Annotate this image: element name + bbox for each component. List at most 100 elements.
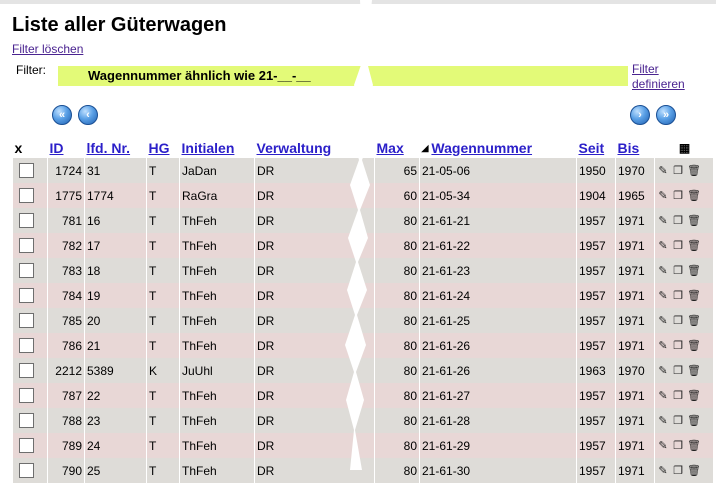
row-checkbox[interactable] [19,338,34,354]
max-cell: 80 [374,208,420,233]
initialen-cell: JaDan [179,158,255,183]
row-checkbox[interactable] [19,238,34,254]
row-checkbox[interactable] [19,363,34,379]
wagon-table: x ID lfd. Nr. HG Initialen Verwaltung Ma… [12,137,713,483]
wagennummer-column-header[interactable]: ◢ Wagennummer [419,137,577,158]
edit-icon[interactable]: ✎ [657,440,669,452]
row-checkbox[interactable] [19,388,34,404]
max-cell: 80 [374,233,420,258]
row-checkbox[interactable] [19,313,34,329]
lfd-cell: 18 [84,258,147,283]
copy-icon[interactable]: ❐ [672,240,684,252]
trash-icon[interactable]: 🗑 [687,415,701,427]
id-column-header[interactable]: ID [47,137,85,158]
copy-icon[interactable]: ❐ [672,365,684,377]
copy-icon[interactable]: ❐ [672,290,684,302]
edit-icon[interactable]: ✎ [657,340,669,352]
trash-icon[interactable]: 🗑 [687,465,701,477]
copy-icon[interactable]: ❐ [672,165,684,177]
last-page-icon[interactable]: » [656,105,676,125]
filter-value: Wagennummer ähnlich wie 21-__-__ [88,68,311,83]
row-checkbox[interactable] [19,213,34,229]
trash-icon[interactable]: 🗑 [687,240,701,252]
page-title: Liste aller Güterwagen [12,14,227,36]
edit-icon[interactable]: ✎ [657,390,669,402]
copy-icon[interactable]: ❐ [672,465,684,477]
trash-icon[interactable]: 🗑 [687,165,701,177]
row-checkbox[interactable] [19,263,34,279]
filter-define-link-line2[interactable]: definieren [632,77,685,91]
initialen-cell: ThFeh [179,383,255,408]
row-actions-cell: ✎ ❐ 🗑 [654,333,713,358]
row-checkbox[interactable] [19,188,34,204]
trash-icon[interactable]: 🗑 [687,340,701,352]
first-page-icon[interactable]: « [52,105,72,125]
copy-icon[interactable]: ❐ [672,265,684,277]
table-icon[interactable]: ▦ [654,137,713,158]
wagennummer-cell: 21-05-34 [419,183,577,208]
max-cell: 80 [374,433,420,458]
initialen-cell: JuUhl [179,358,255,383]
row-checkbox[interactable] [19,288,34,304]
edit-icon[interactable]: ✎ [657,240,669,252]
copy-icon[interactable]: ❐ [672,215,684,227]
verwaltung-cell: DR [254,258,375,283]
hg-cell: T [146,433,180,458]
copy-icon[interactable]: ❐ [672,415,684,427]
edit-icon[interactable]: ✎ [657,165,669,177]
id-cell: 787 [47,383,85,408]
edit-icon[interactable]: ✎ [657,265,669,277]
copy-icon[interactable]: ❐ [672,390,684,402]
initialen-column-header[interactable]: Initialen [179,137,255,158]
trash-icon[interactable]: 🗑 [687,265,701,277]
edit-icon[interactable]: ✎ [657,315,669,327]
trash-icon[interactable]: 🗑 [687,215,701,227]
trash-icon[interactable]: 🗑 [687,190,701,202]
edit-icon[interactable]: ✎ [657,290,669,302]
next-page-icon[interactable]: › [630,105,650,125]
row-checkbox[interactable] [19,463,34,479]
filter-clear-link[interactable]: Filter löschen [12,42,83,56]
select-column-header: x [12,137,48,158]
edit-icon[interactable]: ✎ [657,190,669,202]
lfd-cell: 24 [84,433,147,458]
row-actions-cell: ✎ ❐ 🗑 [654,233,713,258]
lfd-column-header[interactable]: lfd. Nr. [84,137,147,158]
filter-define-link-line1[interactable]: Filter [632,62,659,76]
max-cell: 80 [374,458,420,483]
trash-icon[interactable]: 🗑 [687,390,701,402]
trash-icon[interactable]: 🗑 [687,315,701,327]
edit-icon[interactable]: ✎ [657,365,669,377]
bis-column-header[interactable]: Bis [615,137,655,158]
copy-icon[interactable]: ❐ [672,440,684,452]
wagennummer-cell: 21-61-29 [419,433,577,458]
row-checkbox[interactable] [19,438,34,454]
seit-cell: 1957 [576,283,616,308]
seit-cell: 1957 [576,308,616,333]
copy-icon[interactable]: ❐ [672,315,684,327]
verwaltung-column-header[interactable]: Verwaltung [254,137,375,158]
id-cell: 786 [47,333,85,358]
row-actions-cell: ✎ ❐ 🗑 [654,383,713,408]
initialen-cell: ThFeh [179,308,255,333]
trash-icon[interactable]: 🗑 [687,365,701,377]
hg-column-header[interactable]: HG [146,137,180,158]
filter-define-link-wrap[interactable]: Filter definieren [632,62,685,92]
max-column-header[interactable]: Max [374,137,420,158]
lfd-cell: 5389 [84,358,147,383]
max-cell: 60 [374,183,420,208]
lfd-cell: 25 [84,458,147,483]
edit-icon[interactable]: ✎ [657,415,669,427]
seit-cell: 1904 [576,183,616,208]
previous-page-icon[interactable]: ‹ [78,105,98,125]
row-checkbox[interactable] [19,413,34,429]
copy-icon[interactable]: ❐ [672,190,684,202]
seit-column-header[interactable]: Seit [576,137,616,158]
row-checkbox[interactable] [19,163,34,179]
trash-icon[interactable]: 🗑 [687,290,701,302]
table-row: 786 21 T ThFeh DR 80 21-61-26 1957 1971 ✎ ❐ 🗑 [12,333,713,358]
copy-icon[interactable]: ❐ [672,340,684,352]
trash-icon[interactable]: 🗑 [687,440,701,452]
edit-icon[interactable]: ✎ [657,465,669,477]
edit-icon[interactable]: ✎ [657,215,669,227]
